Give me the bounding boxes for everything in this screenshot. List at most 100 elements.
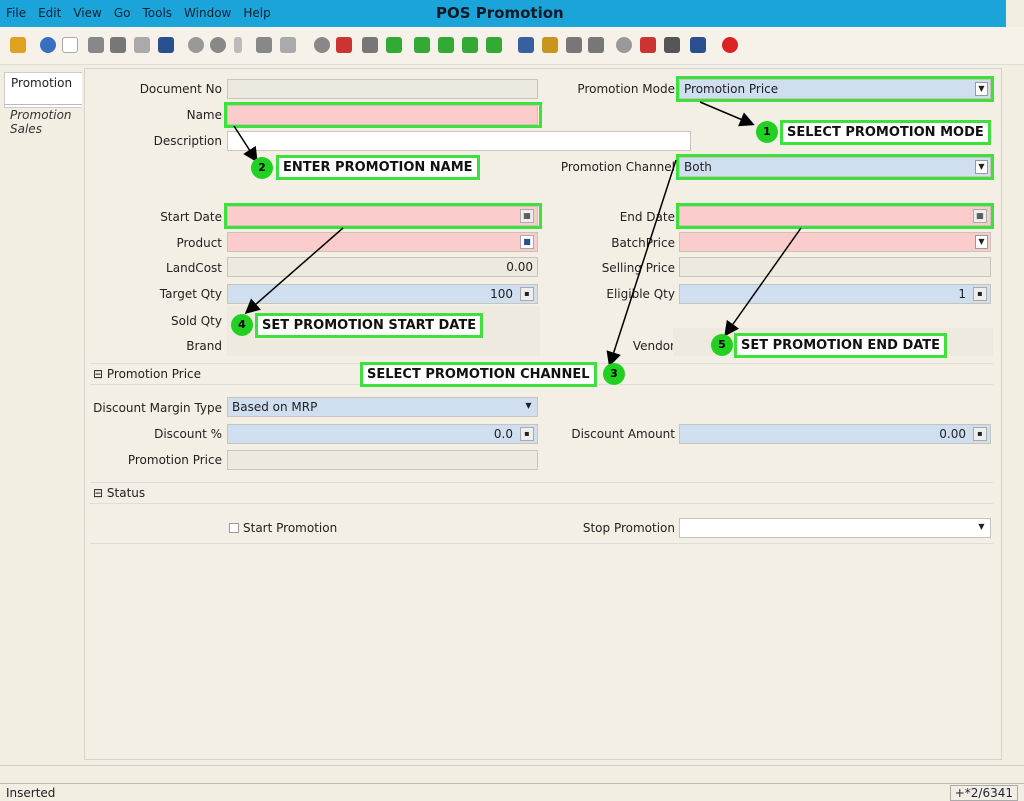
callout-set-promotion-end-date: SET PROMOTION END DATE xyxy=(734,333,948,358)
menu-help[interactable]: Help xyxy=(243,6,270,20)
calculator-icon[interactable]: ▪ xyxy=(973,287,987,301)
title-bar: File Edit View Go Tools Window Help POS … xyxy=(0,0,1006,27)
sold-qty-label: Sold Qty xyxy=(171,314,222,328)
promotion-price-field[interactable] xyxy=(227,450,538,470)
discount-pct-value: 0.0 xyxy=(493,427,513,441)
product-label: Product xyxy=(176,236,222,250)
product-lookup-icon[interactable]: ■ xyxy=(520,235,534,249)
chevron-down-icon[interactable]: ▼ xyxy=(522,400,535,414)
checkbox-icon[interactable] xyxy=(229,523,239,533)
delete-selection-icon[interactable] xyxy=(134,37,150,53)
document-no-field[interactable] xyxy=(227,79,538,99)
callout-set-promotion-start-date: SET PROMOTION START DATE xyxy=(255,313,484,338)
calculator-icon[interactable]: ▪ xyxy=(520,287,534,301)
promotion-price-label: Promotion Price xyxy=(127,453,222,467)
print-preview-icon[interactable] xyxy=(566,37,582,53)
previous-record-icon[interactable] xyxy=(438,37,454,53)
stop-promotion-select[interactable]: ▼ xyxy=(679,518,991,538)
last-record-icon[interactable] xyxy=(486,37,502,53)
description-field[interactable] xyxy=(227,131,691,151)
new-record-icon[interactable] xyxy=(62,37,78,53)
callout-badge-5: 5 xyxy=(711,334,733,356)
save-icon[interactable] xyxy=(158,37,174,53)
discount-pct-label: Discount % xyxy=(154,427,222,441)
discount-margin-type-label: Discount Margin Type xyxy=(93,401,222,415)
discount-pct-field[interactable]: 0.0 ▪ xyxy=(227,424,538,444)
promotion-price-section-title: Promotion Price xyxy=(106,367,202,381)
discount-margin-type-select[interactable]: Based on MRP ▼ xyxy=(227,397,538,417)
promotion-mode-label: Promotion Mode xyxy=(577,82,675,96)
promotion-channel-label: Promotion Channel xyxy=(560,160,675,174)
menu-window[interactable]: Window xyxy=(184,6,231,20)
callout-badge-2: 2 xyxy=(251,157,273,179)
discount-margin-type-value: Based on MRP xyxy=(232,400,318,414)
delete-icon[interactable] xyxy=(110,37,126,53)
menu-file[interactable]: File xyxy=(6,6,26,20)
home-icon[interactable] xyxy=(336,37,352,53)
menu-edit[interactable]: Edit xyxy=(38,6,61,20)
callout-select-promotion-mode: SELECT PROMOTION MODE xyxy=(780,120,991,145)
find-icon[interactable] xyxy=(210,37,226,53)
discount-amount-field[interactable]: 0.00 ▪ xyxy=(679,424,991,444)
tab-promotion[interactable]: Promotion xyxy=(4,72,82,108)
menu-view[interactable]: View xyxy=(73,6,101,20)
calculator-icon[interactable]: ▪ xyxy=(520,427,534,441)
name-label: Name xyxy=(186,108,222,122)
archive-icon[interactable] xyxy=(542,37,558,53)
vendor-label: Vendor xyxy=(632,339,675,353)
section-divider xyxy=(90,543,993,544)
menu-tools[interactable]: Tools xyxy=(142,6,172,20)
record-counter[interactable]: +*2/6341 xyxy=(949,785,1018,801)
help-icon[interactable] xyxy=(40,37,56,53)
grid-toggle-icon[interactable] xyxy=(280,37,296,53)
start-promotion-checkbox[interactable]: Start Promotion xyxy=(229,521,337,535)
window-title: POS Promotion xyxy=(436,4,564,22)
first-record-icon[interactable] xyxy=(414,37,430,53)
highlight-start-date xyxy=(224,203,542,229)
eligible-qty-label: Eligible Qty xyxy=(606,287,675,301)
refresh-icon[interactable] xyxy=(188,37,204,53)
workflow-icon[interactable] xyxy=(640,37,656,53)
product-info-icon[interactable] xyxy=(690,37,706,53)
batch-price-label: BatchPrice xyxy=(611,236,675,250)
eligible-qty-field[interactable]: 1 ▪ xyxy=(679,284,991,304)
selling-price-field[interactable] xyxy=(679,257,991,277)
collapse-icon[interactable]: ⊟ xyxy=(93,486,103,500)
request-icon[interactable] xyxy=(664,37,680,53)
collapse-icon[interactable]: ⊟ xyxy=(93,367,103,381)
status-section-header[interactable]: ⊟ Status xyxy=(90,482,993,504)
chat-icon[interactable] xyxy=(256,37,272,53)
undo-icon[interactable] xyxy=(10,37,26,53)
target-qty-field[interactable]: 100 ▪ xyxy=(227,284,538,304)
report-icon[interactable] xyxy=(518,37,534,53)
status-separator xyxy=(0,765,1024,781)
toolbar xyxy=(0,27,1024,65)
next-record-icon[interactable] xyxy=(462,37,478,53)
end-date-label: End Date xyxy=(619,210,675,224)
copy-record-icon[interactable] xyxy=(88,37,104,53)
zoom-across-icon[interactable] xyxy=(616,37,632,53)
status-bar: Inserted +*2/6341 xyxy=(0,783,1024,801)
discount-amount-value: 0.00 xyxy=(939,427,966,441)
close-window-icon[interactable] xyxy=(722,37,738,53)
menu-bar: File Edit View Go Tools Window Help xyxy=(6,6,271,20)
calculator-icon[interactable]: ▪ xyxy=(973,427,987,441)
attachment-icon[interactable] xyxy=(234,37,242,53)
chevron-down-icon[interactable]: ▼ xyxy=(975,521,988,535)
menu-go[interactable]: Go xyxy=(114,6,131,20)
detail-record-icon[interactable] xyxy=(386,37,402,53)
batch-price-select[interactable]: ▼ xyxy=(679,232,991,252)
landcost-label: LandCost xyxy=(166,261,222,275)
tab-promotion-sales[interactable]: Promotion Sales xyxy=(4,104,82,139)
callout-badge-1: 1 xyxy=(756,121,778,143)
landcost-field[interactable]: 0.00 xyxy=(227,257,538,277)
history-icon[interactable] xyxy=(314,37,330,53)
product-field[interactable]: ■ xyxy=(227,232,538,252)
target-qty-value: 100 xyxy=(490,287,513,301)
chevron-down-icon[interactable]: ▼ xyxy=(975,235,988,249)
selling-price-label: Selling Price xyxy=(601,261,675,275)
print-icon[interactable] xyxy=(588,37,604,53)
parent-record-icon[interactable] xyxy=(362,37,378,53)
highlight-promotion-channel xyxy=(676,154,994,180)
document-no-label: Document No xyxy=(139,82,222,96)
